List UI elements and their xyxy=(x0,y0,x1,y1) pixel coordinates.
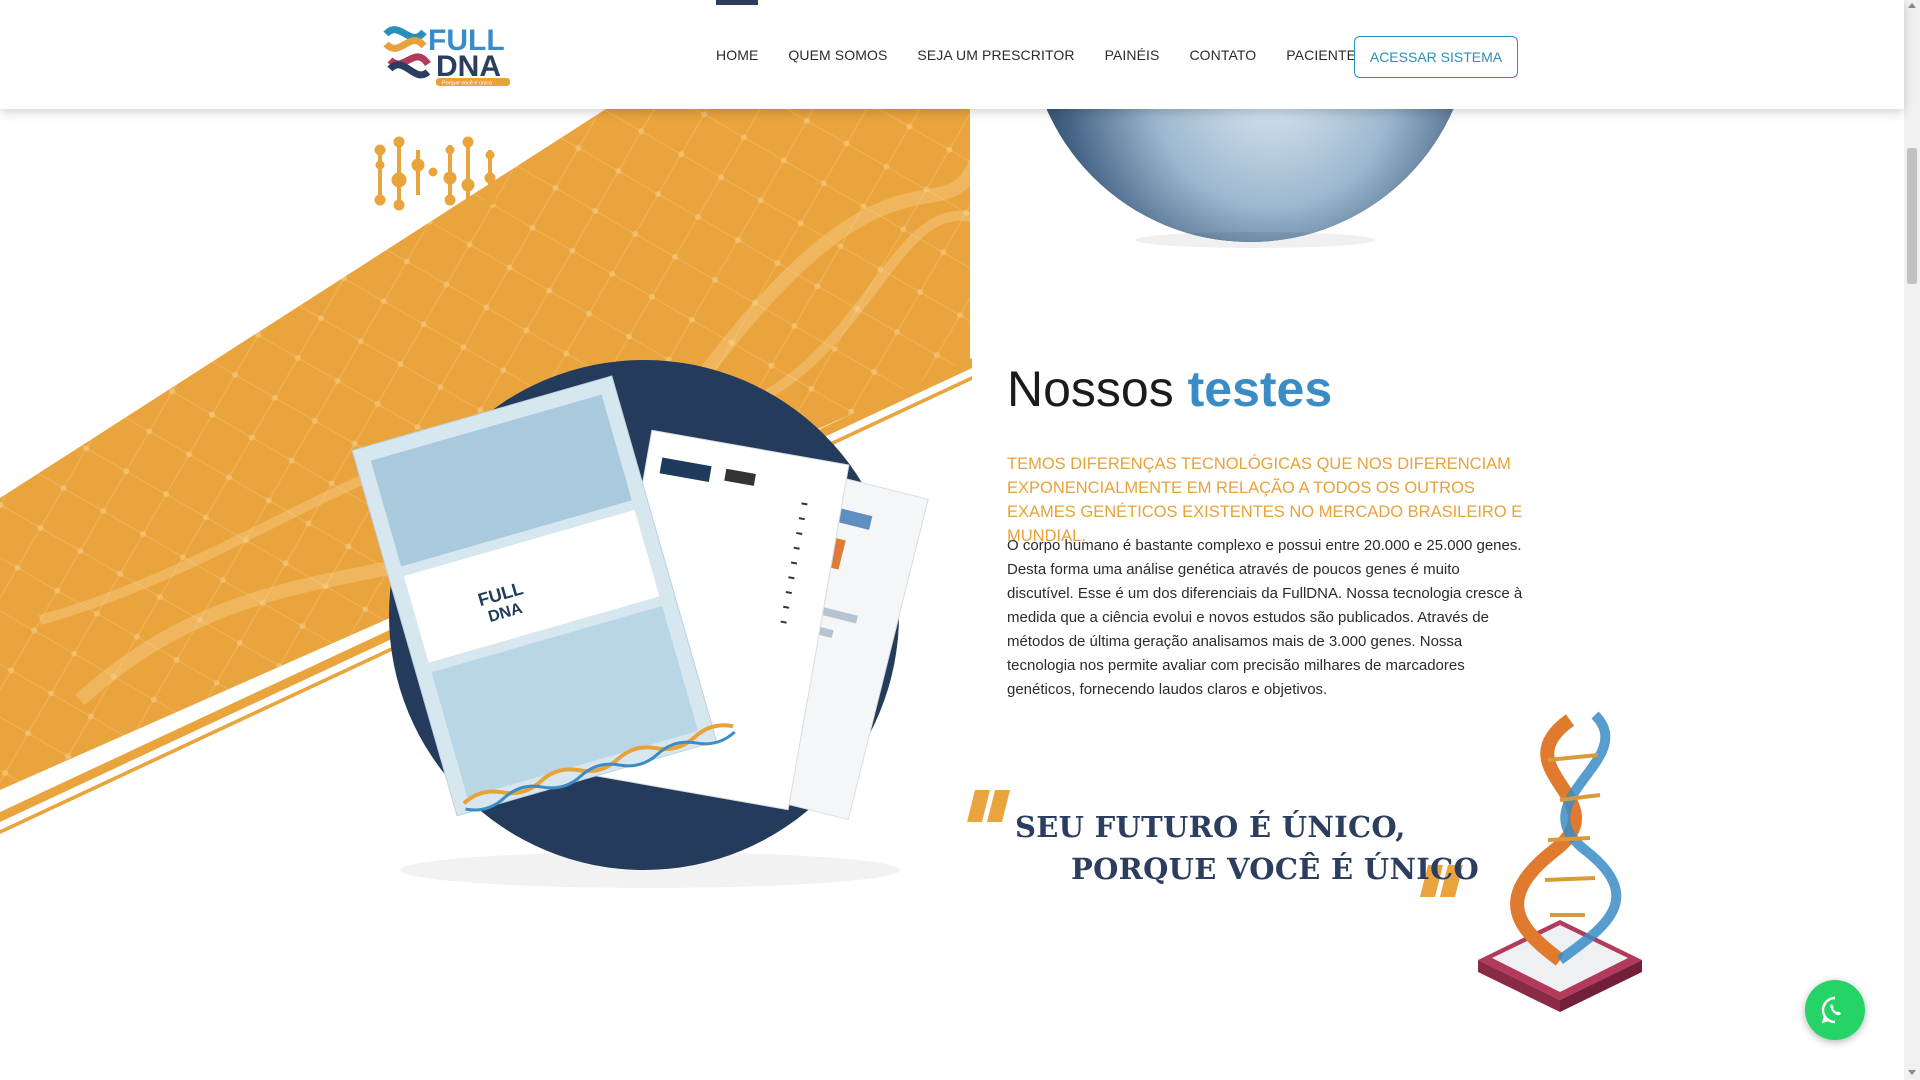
section-title: Nossos testes xyxy=(1007,360,1332,418)
nav-home[interactable]: HOME xyxy=(716,0,759,109)
nav-seja-prescritor[interactable]: SEJA UM PRESCRITOR xyxy=(917,0,1074,109)
nav-paineis[interactable]: PAINÉIS xyxy=(1105,0,1160,109)
acessar-sistema-button[interactable]: ACESSAR SISTEMA xyxy=(1354,36,1518,78)
main-nav: HOME QUEM SOMOS SEJA UM PRESCRITOR PAINÉ… xyxy=(716,0,1386,109)
logo-tagline: Porque você é único xyxy=(442,81,492,87)
nav-paciente[interactable]: PACIENTE xyxy=(1286,0,1356,109)
section-title-part1: Nossos xyxy=(1007,361,1174,417)
quote-line-1: SEU FUTURO É ÚNICO, xyxy=(1015,810,1406,844)
nav-contato[interactable]: CONTATO xyxy=(1189,0,1256,109)
background-graphics: FULL DNA xyxy=(0,0,1642,1012)
page-scrollbar[interactable] xyxy=(1904,0,1920,1080)
quote-line-2: PORQUE VOCÊ É ÚNICO xyxy=(1071,852,1480,886)
nav-quem-somos[interactable]: QUEM SOMOS xyxy=(788,0,887,109)
section-title-highlight: testes xyxy=(1187,361,1333,417)
tagline-quote: SEU FUTURO É ÚNICO, PORQUE VOCÊ É ÚNICO xyxy=(1015,806,1479,890)
section-body: O corpo humano é bastante complexo e pos… xyxy=(1007,537,1523,698)
fulldna-logo[interactable]: FULL DNA Porque você é único xyxy=(380,14,515,88)
scroll-up-arrow-icon[interactable] xyxy=(1908,3,1916,8)
whatsapp-button[interactable] xyxy=(1805,980,1865,1040)
dna-helix-illustration xyxy=(1478,711,1642,1012)
scrollbar-thumb[interactable] xyxy=(1907,148,1917,284)
whatsapp-icon xyxy=(1821,996,1841,1024)
scroll-down-arrow-icon[interactable] xyxy=(1908,1070,1916,1075)
quote-open-icon xyxy=(967,790,1010,822)
site-header: FULL DNA Porque você é único HOME QUEM S… xyxy=(0,0,1904,109)
